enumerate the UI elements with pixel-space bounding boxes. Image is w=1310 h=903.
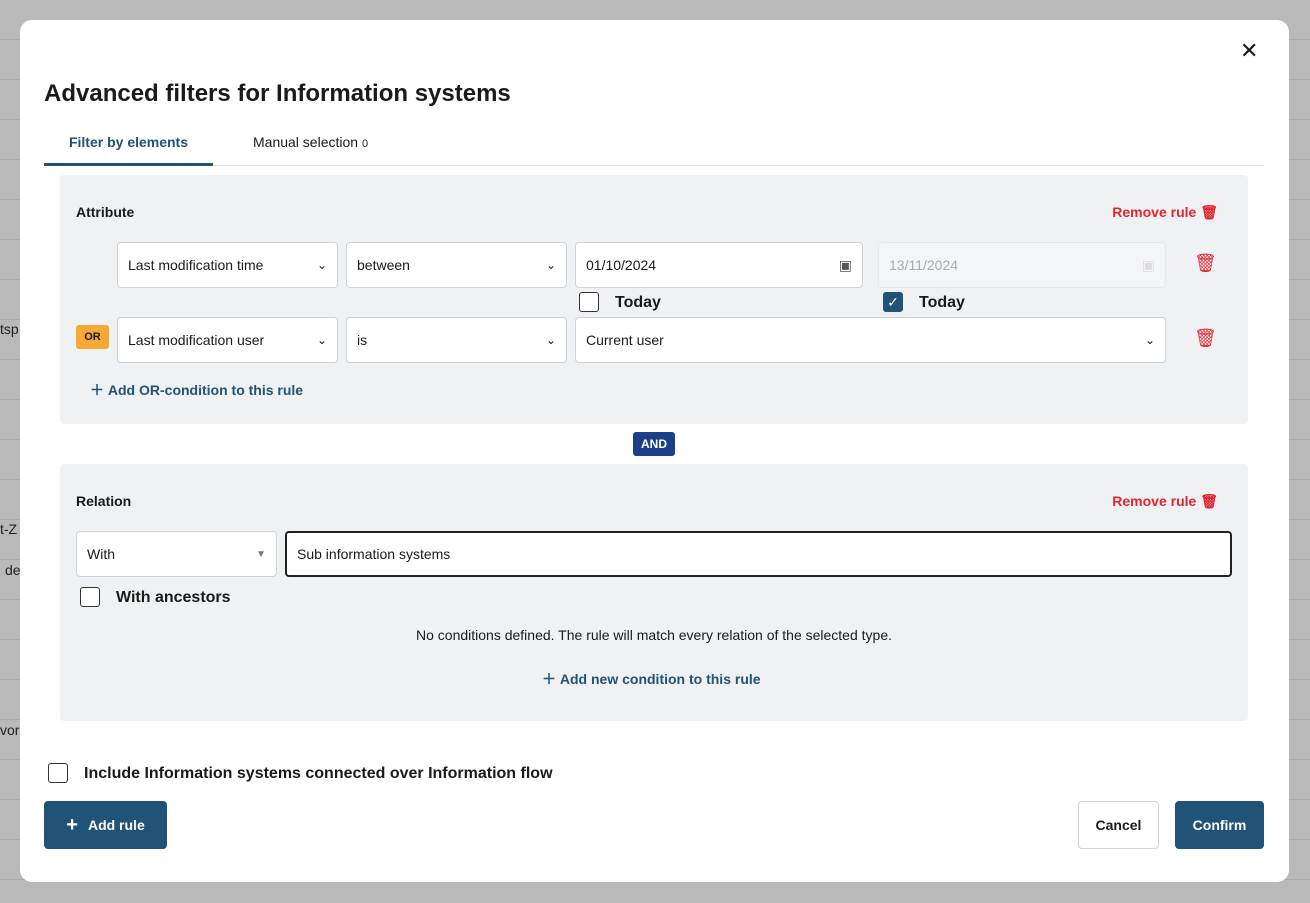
empty-conditions-text: No conditions defined. The rule will mat… [416,627,892,643]
and-badge: AND [633,432,675,456]
from-today-checkbox[interactable] [579,292,599,312]
input-value: 13/11/2024 [889,257,959,273]
background-text: vor [0,722,20,738]
to-today-checkbox[interactable]: ✓ [883,292,903,312]
attribute-select[interactable]: Last modification user ⌄ [117,317,338,363]
link-label: Add new condition to this rule [559,671,761,687]
tab-bar: Filter by elements Manual selection 0 [44,126,1264,166]
delete-condition-icon[interactable]: 🗑 [1194,253,1217,274]
chevron-down-icon: ⌄ [1144,333,1155,347]
with-ancestors-checkbox[interactable] [80,587,100,607]
tab-label: Manual selection [253,134,359,150]
select-value: With [87,546,115,562]
add-condition-button[interactable]: ＋ Add new condition to this rule [542,669,761,689]
calendar-icon[interactable]: ▣ [839,257,852,274]
tab-manual-selection[interactable]: Manual selection 0 [253,134,368,150]
chevron-down-icon: ⌄ [316,333,327,347]
plus-icon: + [66,813,78,836]
remove-label: Remove rule [1112,493,1197,509]
select-value: Last modification time [128,257,264,273]
trash-icon: 🗑 [1200,204,1218,220]
add-or-condition-button[interactable]: ＋ Add OR-condition to this rule [90,380,303,400]
select-value: Last modification user [128,332,265,348]
caret-down-icon: ▼ [256,548,266,560]
attribute-rule: Attribute Remove rule 🗑 Last modificatio… [60,175,1248,424]
link-label: Add OR-condition to this rule [107,382,304,398]
chevron-down-icon: ⌄ [545,333,556,347]
input-value: 01/10/2024 [586,257,657,273]
attribute-select[interactable]: Last modification time ⌄ [117,242,338,288]
include-connected-checkbox[interactable] [48,763,68,783]
background-text: tsp [0,321,19,337]
rule-label: Attribute [76,204,135,220]
confirm-button[interactable]: Confirm [1175,801,1264,849]
dialog-title: Advanced filters for Information systems [44,80,511,107]
chevron-down-icon: ⌄ [545,258,556,272]
calendar-icon: ▣ [1141,256,1155,273]
background-text: t-Z [0,521,18,537]
select-value: Current user [586,332,664,348]
checkbox-label: Today [919,294,965,311]
selection-count: 0 [361,138,369,150]
remove-rule-button[interactable]: Remove rule 🗑 [1112,493,1218,510]
button-label: Add rule [87,817,145,833]
direction-select[interactable]: With ▼ [76,531,277,577]
plus-icon: ＋ [90,382,104,398]
operator-select[interactable]: between ⌄ [346,242,567,288]
delete-condition-icon[interactable]: 🗑 [1194,328,1217,349]
chevron-down-icon: ⌄ [316,258,327,272]
rule-label: Relation [76,493,132,509]
cancel-button[interactable]: Cancel [1078,801,1159,849]
or-badge: OR [76,325,109,349]
input-value: Sub information systems [297,546,451,562]
operator-select[interactable]: is ⌄ [346,317,567,363]
add-rule-button[interactable]: + Add rule [44,801,167,849]
plus-icon: ＋ [542,671,556,687]
user-select[interactable]: Current user ⌄ [575,317,1166,363]
select-value: is [357,332,368,348]
remove-rule-button[interactable]: Remove rule 🗑 [1112,204,1218,221]
checkbox-label: Include Information systems connected ov… [84,765,553,782]
remove-label: Remove rule [1112,204,1197,220]
from-date-input[interactable]: 01/10/2024 ▣ [575,242,863,288]
checkbox-label: Today [615,294,661,311]
close-icon[interactable]: ✕ [1240,38,1258,64]
select-value: between [357,257,410,273]
relation-type-input[interactable]: Sub information systems [285,531,1232,577]
tab-filter-by-elements[interactable]: Filter by elements [44,134,213,166]
checkbox-label: With ancestors [116,589,231,606]
advanced-filters-dialog: ✕ Advanced filters for Information syste… [20,20,1289,882]
relation-rule: Relation Remove rule 🗑 With ▼ Sub informa… [60,464,1248,721]
trash-icon: 🗑 [1200,493,1218,509]
to-date-input: 13/11/2024 ▣ [878,242,1166,288]
background-text: de [5,562,21,578]
